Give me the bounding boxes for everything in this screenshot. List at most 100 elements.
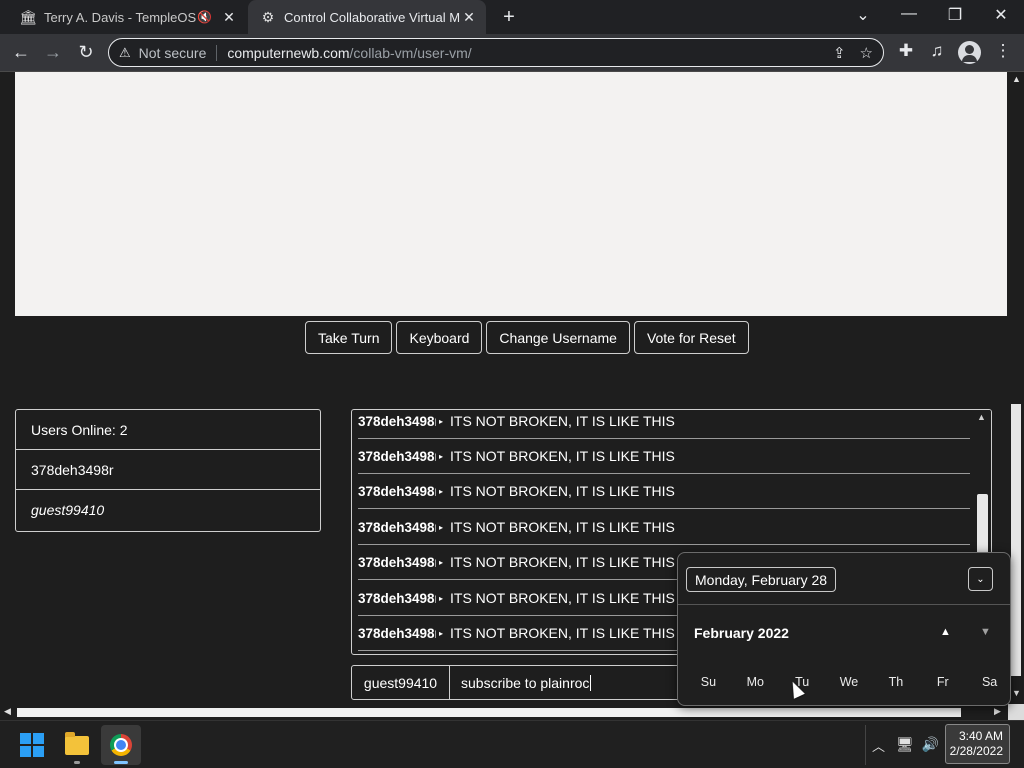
volume-icon[interactable]: 🔊: [922, 736, 939, 753]
scroll-up-icon[interactable]: ▲: [1012, 74, 1021, 84]
network-icon[interactable]: 🖥: [896, 736, 914, 753]
previous-month-icon[interactable]: ▲: [940, 626, 951, 638]
change-username-button[interactable]: Change Username: [486, 321, 630, 354]
vm-display[interactable]: [15, 72, 1007, 316]
speaker-muted-icon[interactable]: 🔇: [197, 10, 212, 24]
new-tab-icon[interactable]: +: [498, 6, 520, 29]
chrome-icon: [110, 734, 132, 756]
chat-message: 378deh3498r ▸ ITS NOT BROKEN, IT IS LIKE T…: [358, 439, 970, 474]
keyboard-button[interactable]: Keyboard: [396, 321, 483, 354]
clock-time: 3:40 AM: [958, 729, 1003, 743]
vm-controls: Take Turn Keyboard Change Username Vote …: [305, 321, 749, 354]
chevron-up-icon[interactable]: ︿: [865, 725, 891, 765]
back-icon[interactable]: ←: [10, 42, 32, 63]
arrow-icon: ▸: [439, 593, 444, 603]
arrow-icon: ▸: [439, 486, 444, 496]
scrollbar-corner: [1008, 704, 1024, 720]
date-picker-popup: Monday, February 28 ⌄ February 2022 ▲ ▼ …: [677, 552, 1011, 706]
text-caret: [590, 674, 592, 691]
take-turn-button[interactable]: Take Turn: [305, 321, 393, 354]
share-icon[interactable]: ⇪: [833, 44, 846, 62]
scroll-down-icon[interactable]: ▼: [1012, 688, 1021, 698]
chat-text: ITS NOT BROKEN, IT IS LIKE THIS: [450, 590, 675, 606]
chat-text: ITS NOT BROKEN, IT IS LIKE THIS: [450, 519, 675, 535]
arrow-icon: ▸: [439, 451, 444, 461]
selected-date[interactable]: Monday, February 28: [686, 567, 837, 592]
taskbar-clock[interactable]: 3:40 AM 2/28/2022: [945, 724, 1010, 764]
not-secure-label[interactable]: Not secure: [139, 45, 207, 61]
address-bar[interactable]: ⚠ Not secure computernewb.com/collab-vm/…: [108, 38, 884, 67]
chat-text: ITS NOT BROKEN, IT IS LIKE THIS: [450, 448, 675, 464]
vote-reset-button[interactable]: Vote for Reset: [633, 321, 749, 354]
chat-username: 378deh3498r: [358, 625, 436, 641]
close-tab-icon[interactable]: ✕: [220, 9, 238, 26]
chat-text: ITS NOT BROKEN, IT IS LIKE THIS: [450, 625, 675, 641]
arrow-icon: ▸: [439, 416, 444, 426]
active-indicator: [114, 761, 128, 764]
tab-title: Control Collaborative Virtual Ma: [284, 9, 460, 25]
forward-icon[interactable]: →: [42, 42, 64, 63]
scroll-up-icon[interactable]: ▲: [977, 412, 986, 422]
arrow-icon: ▸: [439, 522, 444, 532]
system-tray: 🖥 🔊: [896, 736, 939, 753]
reload-icon[interactable]: ↻: [75, 42, 97, 63]
weekday-label: Fr: [936, 675, 949, 689]
chat-text: ITS NOT BROKEN, IT IS LIKE THIS: [450, 413, 675, 429]
chat-message: 378deh3498r ▸ ITS NOT BROKEN, IT IS LIKE T…: [358, 510, 970, 545]
users-online-panel: Users Online: 2 378deh3498r guest99410: [15, 409, 321, 532]
minimize-icon[interactable]: —: [897, 5, 921, 23]
profile-avatar[interactable]: [958, 41, 981, 64]
scrollbar-thumb[interactable]: [1011, 404, 1021, 676]
chat-text: ITS NOT BROKEN, IT IS LIKE THIS: [450, 483, 675, 499]
windows-logo-icon: [20, 733, 44, 757]
collabvm-icon: ⚙: [261, 8, 275, 25]
weekday-label: We: [839, 675, 859, 689]
folder-icon: [65, 731, 89, 755]
arrow-icon: ▸: [439, 557, 444, 567]
weekday-label: Tu: [795, 675, 810, 689]
chat-message: 378deh3498r ▸ ITS NOT BROKEN, IT IS LIKE T…: [358, 474, 970, 509]
tab-strip: 🏛 Terry A. Davis - TempleOS An 🔇 ✕ ⚙ Con…: [0, 0, 1024, 34]
chat-username: 378deh3498r: [358, 519, 436, 535]
warning-icon[interactable]: ⚠: [119, 45, 131, 61]
weekday-label: Sa: [981, 675, 998, 689]
close-tab-icon[interactable]: ✕: [460, 9, 478, 26]
chat-input-text: subscribe to plainroc: [461, 674, 590, 691]
restore-icon[interactable]: ❐: [943, 5, 967, 25]
users-online-header: Users Online: 2: [16, 410, 320, 450]
scroll-right-icon[interactable]: ▶: [994, 706, 1001, 717]
browser-toolbar: ← → ↻ ⚠ Not secure computernewb.com/coll…: [0, 34, 1024, 72]
menu-icon[interactable]: ⋮: [992, 41, 1014, 61]
file-explorer-button[interactable]: [57, 725, 97, 765]
chevron-down-icon[interactable]: ⌄: [968, 567, 993, 591]
tab-title: Terry A. Davis - TempleOS An: [44, 9, 197, 25]
wikipedia-icon: 🏛: [19, 8, 37, 25]
divider: [216, 44, 218, 61]
next-month-icon[interactable]: ▼: [980, 626, 991, 638]
month-label[interactable]: February 2022: [694, 625, 789, 641]
bookmark-star-icon[interactable]: ☆: [860, 44, 873, 62]
user-item: guest99410: [31, 502, 105, 518]
tab-collabvm[interactable]: ⚙ Control Collaborative Virtual Ma ✕: [248, 0, 486, 34]
close-window-icon[interactable]: ✕: [989, 5, 1013, 25]
weekday-label: Su: [700, 675, 717, 689]
scroll-left-icon[interactable]: ◀: [4, 706, 11, 717]
chat-username: 378deh3498r: [358, 554, 436, 570]
tab-templeos[interactable]: 🏛 Terry A. Davis - TempleOS An 🔇 ✕: [8, 0, 246, 34]
url-path: /collab-vm/user-vm/: [349, 44, 472, 61]
chat-username: 378deh3498r: [358, 483, 436, 499]
tab-search-icon[interactable]: ⌄: [851, 5, 875, 25]
running-indicator: [74, 761, 80, 764]
weekday-label: Mo: [746, 675, 764, 689]
chat-username-label: guest99410: [351, 665, 450, 700]
extensions-icon[interactable]: ✚: [895, 41, 917, 61]
chat-message-input[interactable]: subscribe to plainroc: [450, 665, 690, 700]
chrome-taskbar-button[interactable]: [101, 725, 141, 765]
start-button[interactable]: [12, 725, 52, 765]
media-control-icon[interactable]: ♫: [926, 41, 948, 61]
scrollbar-thumb[interactable]: [17, 708, 961, 717]
url-host: computernewb.com: [227, 44, 350, 61]
page-horizontal-scrollbar[interactable]: ◀ ▶: [0, 704, 1008, 720]
user-item: 378deh3498r: [16, 450, 320, 490]
chat-username: 378deh3498r: [358, 448, 436, 464]
